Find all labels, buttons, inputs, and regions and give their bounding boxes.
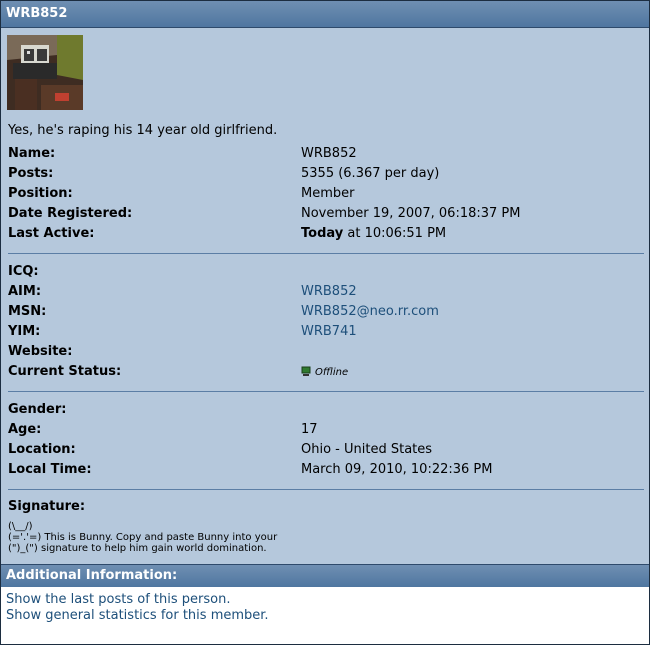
yim-row: YIM: WRB741: [8, 322, 638, 342]
msn-label: MSN:: [8, 304, 47, 319]
gender-label: Gender:: [8, 402, 67, 417]
last-active-value: Today at 10:06:51 PM: [301, 224, 446, 244]
offline-status-icon: [301, 366, 311, 376]
local-time-label: Local Time:: [8, 462, 92, 477]
yim-label: YIM:: [8, 324, 41, 339]
last-active-label: Last Active:: [8, 226, 95, 241]
signature-line: (\__/): [8, 521, 33, 532]
age-label: Age:: [8, 422, 42, 437]
current-status-row: Current Status: Offline: [8, 362, 638, 382]
gender-row: Gender:: [8, 400, 638, 420]
posts-row: Posts: 5355 (6.367 per day): [8, 164, 638, 184]
additional-info-box: Show the last posts of this person. Show…: [1, 587, 649, 644]
current-status-value: Offline: [301, 362, 348, 383]
status-text: Offline: [315, 367, 349, 378]
name-label: Name:: [8, 146, 56, 161]
aim-label: AIM:: [8, 284, 42, 299]
icq-label: ICQ:: [8, 264, 39, 279]
msn-row: MSN: WRB852@neo.rr.com: [8, 302, 638, 322]
signature-text: (\__/) (='.'=) This is Bunny. Copy and pa…: [8, 521, 277, 554]
website-label: Website:: [8, 344, 73, 359]
additional-info-header: Additional Information:: [1, 564, 649, 588]
avatar: [7, 35, 83, 110]
divider: [8, 253, 644, 254]
aim-link[interactable]: WRB852: [301, 282, 357, 302]
yim-link[interactable]: WRB741: [301, 322, 357, 342]
aim-row: AIM: WRB852: [8, 282, 638, 302]
date-registered-row: Date Registered: November 19, 2007, 06:1…: [8, 204, 638, 224]
position-label: Position:: [8, 186, 73, 201]
profile-title: WRB852: [1, 1, 649, 28]
msn-link[interactable]: WRB852@neo.rr.com: [301, 302, 439, 322]
show-last-posts-link[interactable]: Show the last posts of this person.: [6, 592, 230, 607]
local-time-value: March 09, 2010, 10:22:36 PM: [301, 462, 493, 477]
last-active-row: Last Active: Today at 10:06:51 PM: [8, 224, 638, 244]
icq-row: ICQ:: [8, 262, 638, 282]
date-registered-label: Date Registered:: [8, 206, 133, 221]
posts-label: Posts:: [8, 166, 54, 181]
signature-line: (='.'=) This is Bunny. Copy and paste Bu…: [8, 532, 278, 543]
position-value: Member: [301, 186, 355, 201]
position-row: Position: Member: [8, 184, 638, 204]
name-row: Name: WRB852: [8, 144, 638, 164]
location-label: Location:: [8, 442, 76, 457]
name-value: WRB852: [301, 146, 357, 161]
last-active-time: at 10:06:51 PM: [343, 226, 447, 241]
last-active-today: Today: [301, 226, 344, 241]
signature-label: Signature:: [8, 499, 86, 514]
location-value: Ohio - United States: [301, 442, 433, 457]
age-row: Age: 17: [8, 420, 638, 440]
current-status-label: Current Status:: [8, 364, 122, 379]
divider: [8, 391, 644, 392]
website-row: Website:: [8, 342, 638, 362]
location-row: Location: Ohio - United States: [8, 440, 638, 460]
profile-panel: WRB852 Yes, he's raping his 14 year old …: [0, 0, 650, 645]
divider: [8, 489, 644, 490]
signature-line: (")_(") signature to help him gain world…: [8, 543, 267, 554]
age-value: 17: [301, 422, 318, 437]
show-statistics-link[interactable]: Show general statistics for this member.: [6, 608, 269, 623]
local-time-row: Local Time: March 09, 2010, 10:22:36 PM: [8, 460, 638, 480]
posts-value: 5355 (6.367 per day): [301, 166, 440, 181]
date-registered-value: November 19, 2007, 06:18:37 PM: [301, 206, 521, 221]
personal-quote: Yes, he's raping his 14 year old girlfri…: [8, 123, 278, 138]
additional-info-title: Additional Information:: [6, 568, 178, 583]
